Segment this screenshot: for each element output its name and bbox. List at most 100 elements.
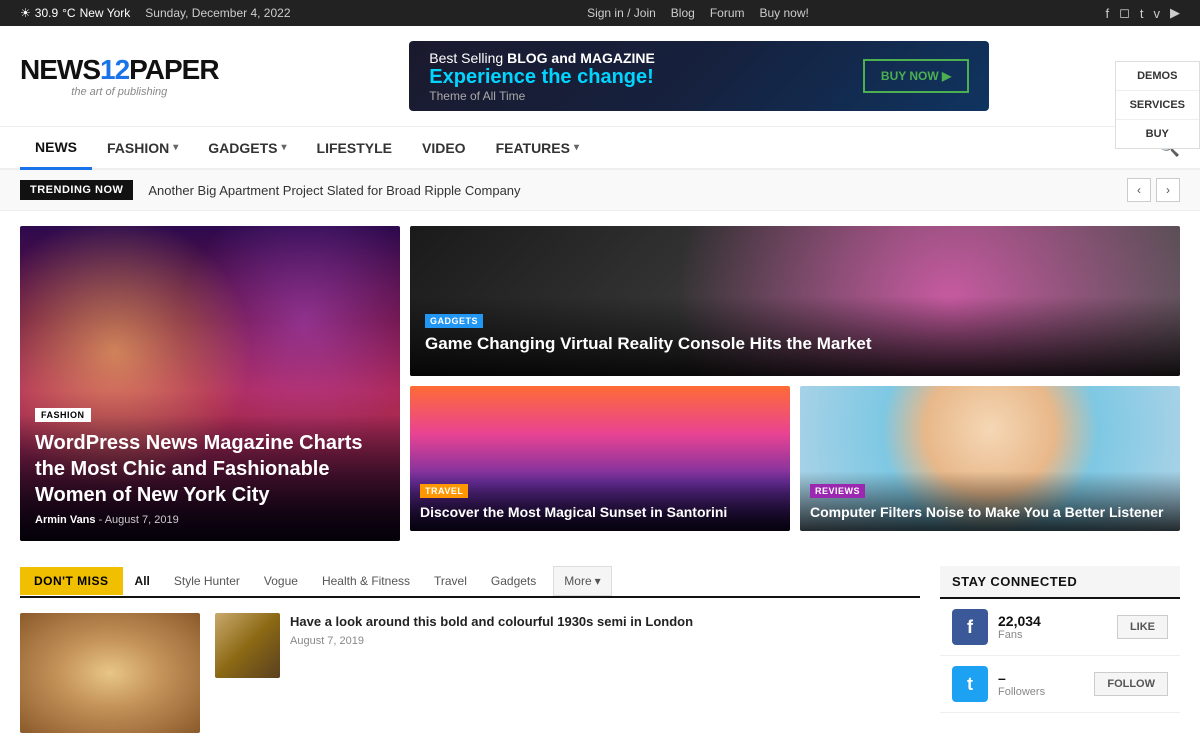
facebook-stats: 22,034 Fans bbox=[998, 613, 1041, 641]
sidebar-services[interactable]: SERVICES bbox=[1116, 91, 1199, 120]
trending-text: Another Big Apartment Project Slated for… bbox=[148, 183, 1112, 198]
logo[interactable]: NEWS12PAPER the art of publishing bbox=[20, 54, 219, 98]
dont-miss-text: Have a look around this bold and colourf… bbox=[215, 613, 920, 733]
twitter-label: Followers bbox=[998, 686, 1045, 698]
sidebar-buy[interactable]: BUY bbox=[1116, 120, 1199, 148]
twitter-card: t – Followers FOLLOW bbox=[940, 656, 1180, 713]
ad-line1: Best Selling BLOG and MAGAZINE bbox=[429, 50, 655, 66]
sidebar-nav: DEMOS SERVICES BUY bbox=[1115, 61, 1200, 149]
facebook-card: f 22,034 Fans LIKE bbox=[940, 599, 1180, 656]
facebook-count: 22,034 bbox=[998, 613, 1041, 629]
facebook-label: Fans bbox=[998, 629, 1041, 641]
weather-unit: °C bbox=[62, 6, 75, 20]
trending-nav: ‹ › bbox=[1127, 178, 1180, 202]
ad-banner[interactable]: Best Selling BLOG and MAGAZINE Experienc… bbox=[409, 41, 989, 111]
dont-miss-article-text: Have a look around this bold and colourf… bbox=[290, 613, 920, 647]
header-ad: Best Selling BLOG and MAGAZINE Experienc… bbox=[239, 41, 1160, 111]
trending-prev[interactable]: ‹ bbox=[1127, 178, 1151, 202]
facebook-icon-box: f bbox=[952, 609, 988, 645]
reviews-title: Computer Filters Noise to Make You a Bet… bbox=[810, 503, 1170, 521]
featured-large-category: FASHION bbox=[35, 408, 91, 422]
top-bar: ☀ 30.9 °C New York Sunday, December 4, 2… bbox=[0, 0, 1200, 26]
tab-health[interactable]: Health & Fitness bbox=[310, 567, 422, 595]
sun-icon: ☀ bbox=[20, 6, 31, 20]
header: NEWS12PAPER the art of publishing Best S… bbox=[0, 26, 1200, 127]
top-bar-nav: Sign in / Join Blog Forum Buy now! bbox=[587, 6, 809, 20]
nav-video[interactable]: VIDEO bbox=[407, 128, 481, 168]
logo-num: 12 bbox=[100, 54, 129, 85]
featured-large-card[interactable]: FASHION WordPress News Magazine Charts t… bbox=[20, 226, 400, 541]
santorini-title: Discover the Most Magical Sunset in Sant… bbox=[420, 503, 780, 521]
stay-connected-title: STAY CONNECTED bbox=[940, 566, 1180, 599]
youtube-icon[interactable]: ▶ bbox=[1170, 5, 1180, 21]
top-bar-date: Sunday, December 4, 2022 bbox=[145, 6, 290, 20]
instagram-icon[interactable]: ◻ bbox=[1119, 5, 1130, 21]
featured-top-right-title: Game Changing Virtual Reality Console Hi… bbox=[425, 333, 1165, 355]
dont-miss-large-image[interactable] bbox=[20, 613, 200, 733]
trending-next[interactable]: › bbox=[1156, 178, 1180, 202]
vimeo-icon[interactable]: v bbox=[1153, 6, 1160, 21]
reviews-overlay: REVIEWS Computer Filters Noise to Make Y… bbox=[800, 471, 1180, 531]
featured-large-overlay: FASHION WordPress News Magazine Charts t… bbox=[20, 390, 400, 541]
featured-large-date: August 7, 2019 bbox=[105, 514, 179, 526]
weather: ☀ 30.9 °C New York bbox=[20, 6, 130, 20]
dont-miss-article-title[interactable]: Have a look around this bold and colourf… bbox=[290, 613, 920, 631]
weather-location: New York bbox=[80, 6, 131, 20]
featured-section: FASHION WordPress News Magazine Charts t… bbox=[0, 211, 1200, 556]
twitter-count: – bbox=[998, 670, 1045, 686]
tab-vogue[interactable]: Vogue bbox=[252, 567, 310, 595]
nav-fashion[interactable]: FASHION ▾ bbox=[92, 128, 193, 168]
nav-news[interactable]: NEWS bbox=[20, 127, 92, 170]
featured-top-right-card[interactable]: GADGETS Game Changing Virtual Reality Co… bbox=[410, 226, 1180, 376]
featured-large-meta: Armin Vans - August 7, 2019 bbox=[35, 514, 385, 526]
facebook-icon[interactable]: f bbox=[1105, 6, 1109, 21]
tab-all[interactable]: All bbox=[123, 567, 162, 595]
featured-large-author: Armin Vans bbox=[35, 514, 96, 526]
santorini-overlay: TRAVEL Discover the Most Magical Sunset … bbox=[410, 471, 790, 531]
sidebar-demos[interactable]: DEMOS bbox=[1116, 62, 1199, 91]
santorini-card[interactable]: TRAVEL Discover the Most Magical Sunset … bbox=[410, 386, 790, 531]
featured-right-column: GADGETS Game Changing Virtual Reality Co… bbox=[410, 226, 1180, 541]
nav-features[interactable]: FEATURES ▾ bbox=[481, 128, 594, 168]
forum-link[interactable]: Forum bbox=[710, 6, 745, 20]
logo-paper: PAPER bbox=[129, 54, 218, 85]
santorini-category: TRAVEL bbox=[420, 484, 468, 498]
stay-connected: STAY CONNECTED f 22,034 Fans LIKE t – Fo… bbox=[940, 566, 1180, 733]
logo-news: NEWS bbox=[20, 54, 100, 85]
top-bar-left: ☀ 30.9 °C New York Sunday, December 4, 2… bbox=[20, 6, 291, 20]
facebook-like-button[interactable]: LIKE bbox=[1117, 615, 1168, 639]
twitter-follow-button[interactable]: FOLLOW bbox=[1094, 672, 1168, 696]
buynow-link[interactable]: Buy now! bbox=[760, 6, 809, 20]
gadgets-arrow: ▾ bbox=[282, 142, 287, 153]
featured-large-title: WordPress News Magazine Charts the Most … bbox=[35, 430, 385, 508]
fashion-arrow: ▾ bbox=[173, 142, 178, 153]
featured-top-right-overlay: GADGETS Game Changing Virtual Reality Co… bbox=[410, 296, 1180, 376]
trending-label: TRENDING NOW bbox=[20, 180, 133, 200]
tab-gadgets[interactable]: Gadgets bbox=[479, 567, 548, 595]
features-arrow: ▾ bbox=[574, 142, 579, 153]
dont-miss-small-image[interactable] bbox=[215, 613, 280, 678]
nav-lifestyle[interactable]: LIFESTYLE bbox=[302, 128, 407, 168]
trending-bar: TRENDING NOW Another Big Apartment Proje… bbox=[0, 170, 1200, 211]
ad-line2: Experience the change! bbox=[429, 66, 655, 89]
tab-more[interactable]: More ▾ bbox=[553, 566, 611, 596]
ad-line3: Theme of All Time bbox=[429, 89, 655, 103]
dont-miss-label: DON'T MISS bbox=[20, 567, 123, 595]
main-nav: NEWS FASHION ▾ GADGETS ▾ LIFESTYLE VIDEO… bbox=[0, 127, 1200, 170]
nav-items: NEWS FASHION ▾ GADGETS ▾ LIFESTYLE VIDEO… bbox=[20, 127, 1158, 168]
reviews-card[interactable]: REVIEWS Computer Filters Noise to Make Y… bbox=[800, 386, 1180, 531]
twitter-icon[interactable]: t bbox=[1140, 6, 1144, 21]
tab-style-hunter[interactable]: Style Hunter bbox=[162, 567, 252, 595]
interior-image bbox=[215, 613, 280, 678]
tab-travel[interactable]: Travel bbox=[422, 567, 479, 595]
dont-miss-main: DON'T MISS All Style Hunter Vogue Health… bbox=[20, 566, 920, 733]
nav-gadgets[interactable]: GADGETS ▾ bbox=[193, 128, 301, 168]
ad-text: Best Selling BLOG and MAGAZINE Experienc… bbox=[429, 50, 655, 103]
featured-top-right-category: GADGETS bbox=[425, 314, 483, 328]
signin-link[interactable]: Sign in / Join bbox=[587, 6, 656, 20]
tabs-bar: DON'T MISS All Style Hunter Vogue Health… bbox=[20, 566, 920, 598]
blog-link[interactable]: Blog bbox=[671, 6, 695, 20]
ad-buy-button[interactable]: BUY NOW ▶ bbox=[863, 59, 969, 93]
room-image bbox=[20, 613, 200, 733]
twitter-stats: – Followers bbox=[998, 670, 1045, 698]
